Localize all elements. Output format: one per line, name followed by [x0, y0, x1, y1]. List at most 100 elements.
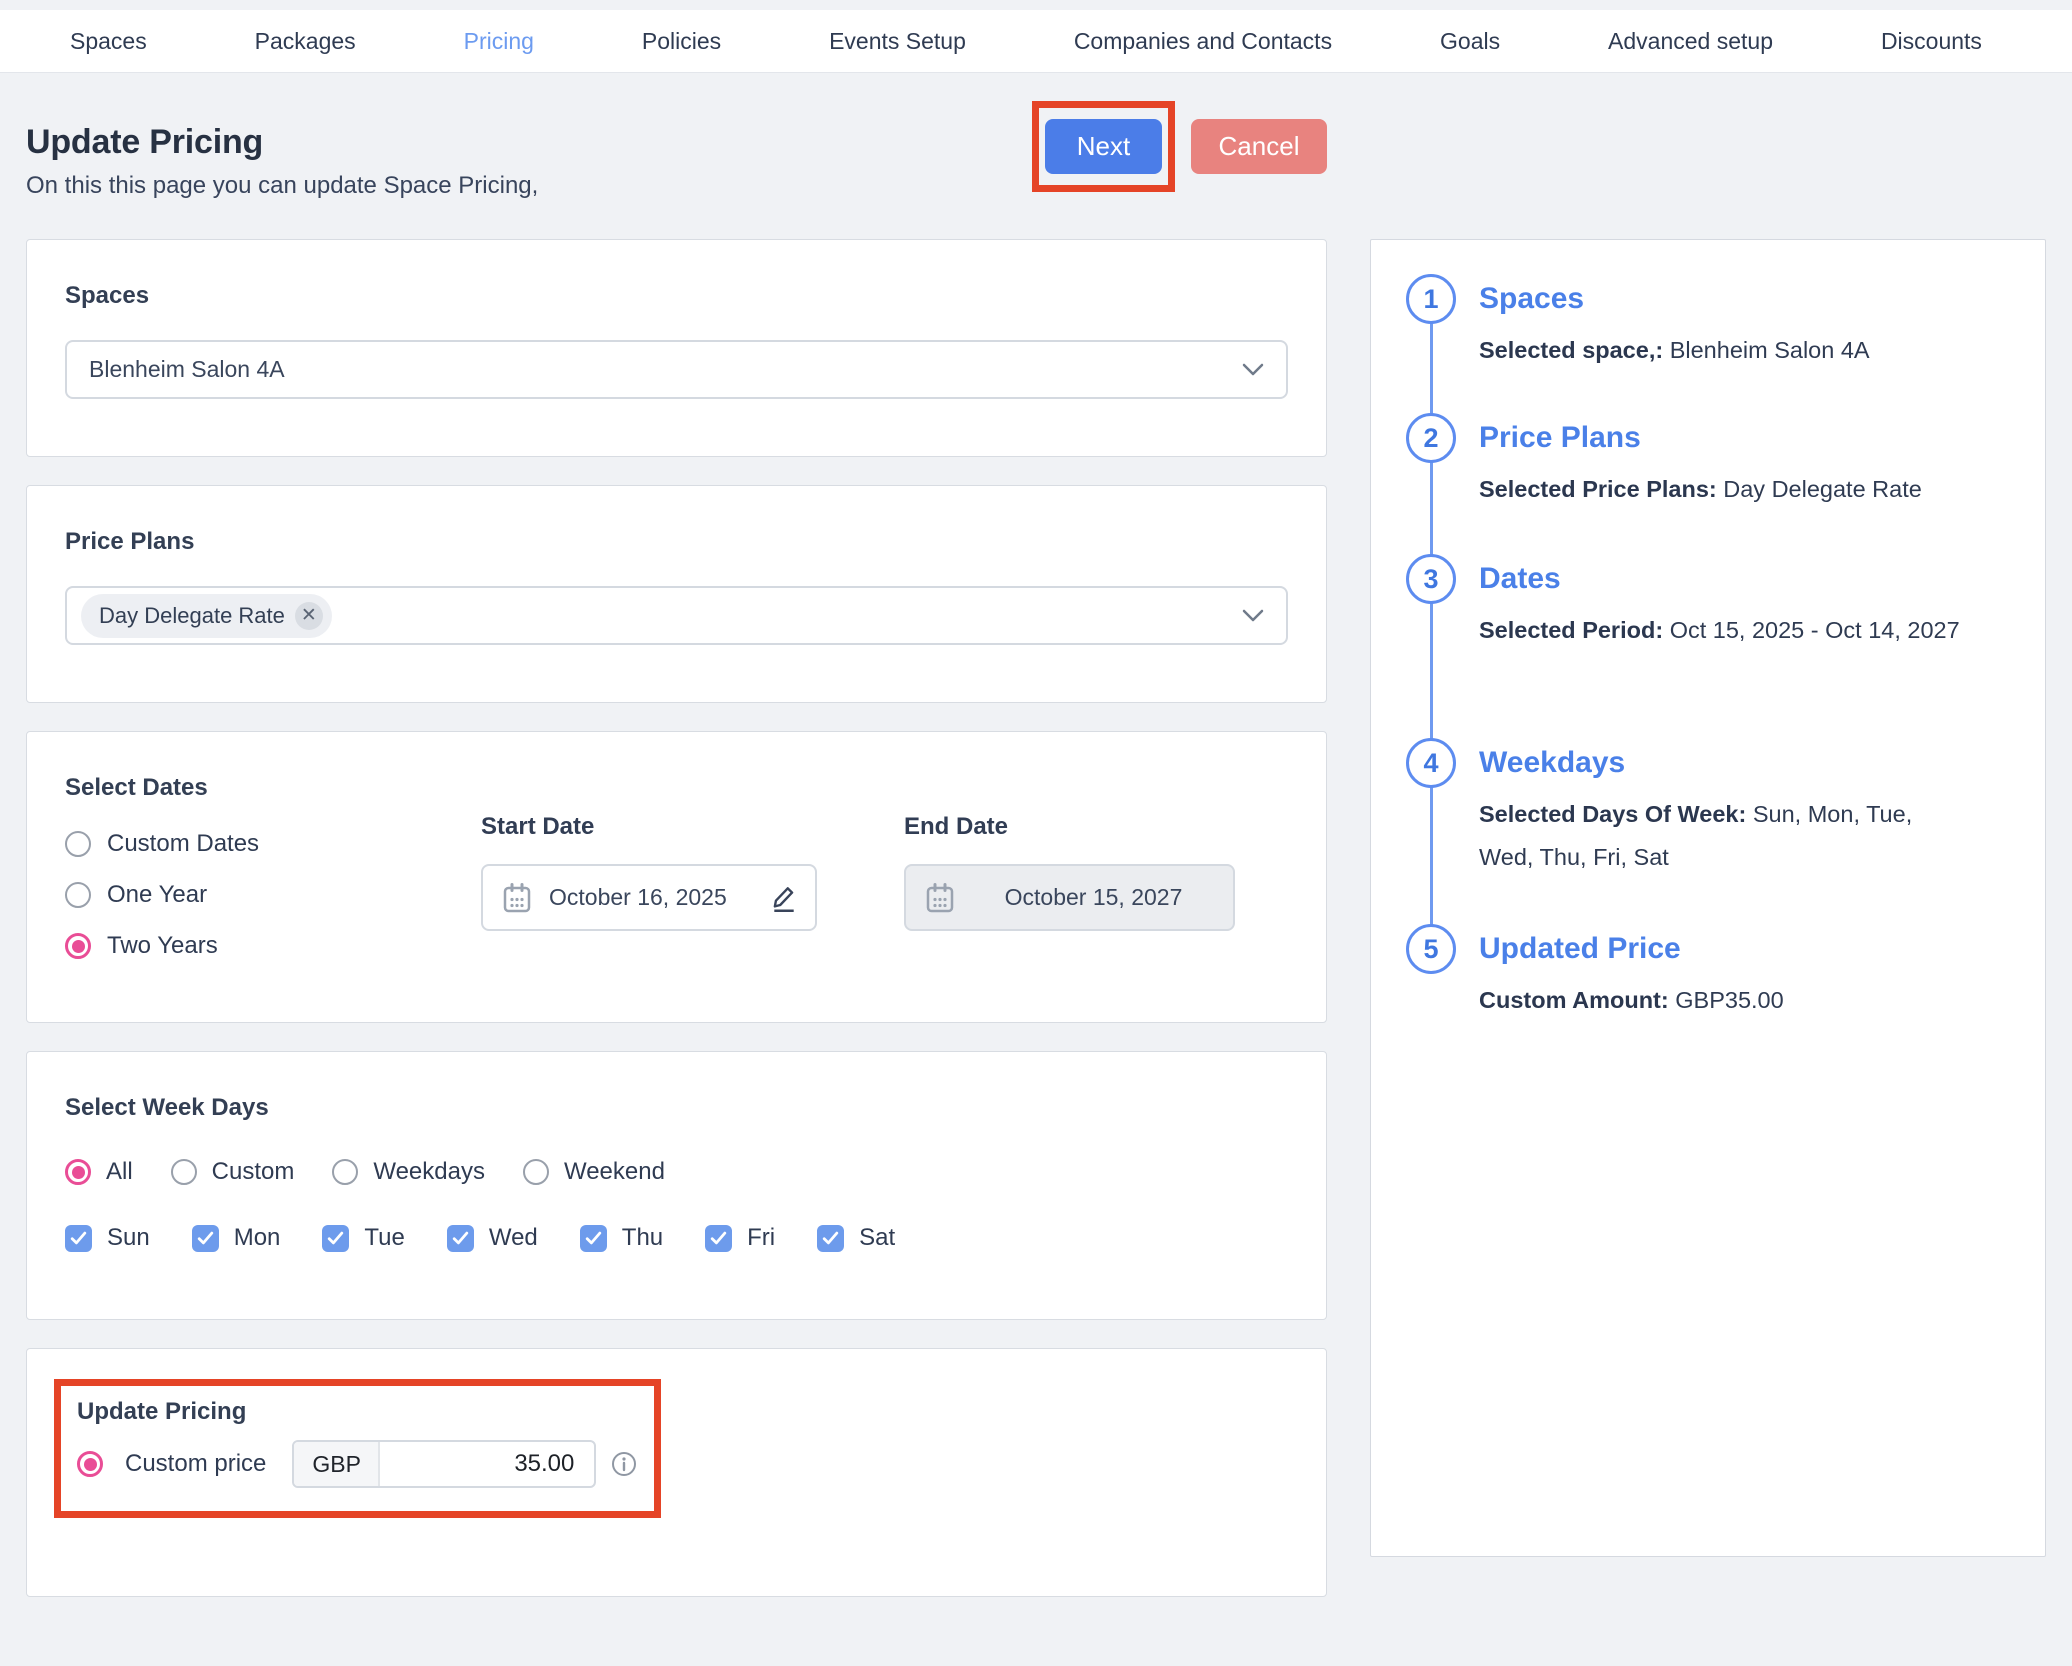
radio-two-years-label: Two Years: [107, 932, 218, 960]
checkbox-checked-icon[interactable]: [192, 1225, 219, 1252]
step-title-dates[interactable]: Dates: [1479, 554, 1971, 604]
checkbox-wed[interactable]: Wed: [447, 1224, 538, 1252]
step-number-badge: 2: [1406, 413, 1456, 463]
start-date-value: October 16, 2025: [549, 884, 727, 911]
price-plan-tag-label: Day Delegate Rate: [99, 603, 285, 629]
radio-custom-label: Custom: [212, 1158, 295, 1186]
checkbox-checked-icon[interactable]: [322, 1225, 349, 1252]
nav-tab-advanced-setup[interactable]: Advanced setup: [1608, 28, 1773, 55]
select-dates-card-title: Select Dates: [65, 772, 1288, 804]
checkbox-sat[interactable]: Sat: [817, 1224, 895, 1252]
summary-step-weekdays: 4 Weekdays Selected Days Of Week: Sun, M…: [1406, 738, 2001, 879]
checkbox-fri[interactable]: Fri: [705, 1224, 775, 1252]
summary-step-price-plans: 2 Price Plans Selected Price Plans: Day …: [1406, 413, 2001, 511]
radio-icon[interactable]: [171, 1159, 197, 1185]
radio-one-year-label: One Year: [107, 881, 207, 909]
radio-icon-selected[interactable]: [65, 1159, 91, 1185]
select-week-days-card-title: Select Week Days: [65, 1092, 1288, 1124]
step-title-weekdays[interactable]: Weekdays: [1479, 738, 1971, 788]
custom-price-label: Custom price: [125, 1450, 266, 1478]
checkbox-checked-icon[interactable]: [817, 1225, 844, 1252]
info-icon[interactable]: [611, 1451, 637, 1477]
nav-tab-pricing[interactable]: Pricing: [464, 28, 534, 55]
cancel-button[interactable]: Cancel: [1191, 119, 1327, 174]
radio-weekdays[interactable]: Weekdays: [332, 1158, 485, 1186]
radio-icon[interactable]: [523, 1159, 549, 1185]
radio-icon[interactable]: [332, 1159, 358, 1185]
price-plans-card-title: Price Plans: [65, 526, 1288, 558]
summary-step-spaces: 1 Spaces Selected space,: Blenheim Salon…: [1406, 274, 2001, 372]
checkbox-sat-label: Sat: [859, 1224, 895, 1252]
step-number-badge: 5: [1406, 924, 1456, 974]
step-title-spaces[interactable]: Spaces: [1479, 274, 1971, 324]
price-plans-select[interactable]: Day Delegate Rate ✕: [65, 586, 1288, 645]
update-pricing-title: Update Pricing: [77, 1396, 638, 1428]
nav-tab-discounts[interactable]: Discounts: [1881, 28, 1982, 55]
currency-prefix: GBP: [294, 1442, 380, 1486]
checkbox-checked-icon[interactable]: [580, 1225, 607, 1252]
radio-icon[interactable]: [65, 831, 91, 857]
step-number-badge: 3: [1406, 554, 1456, 604]
step-detail: Selected Days Of Week: Sun, Mon, Tue, We…: [1479, 793, 1971, 879]
start-date-input[interactable]: October 16, 2025: [481, 864, 817, 931]
update-pricing-card: Update Pricing Custom price GBP 35.00: [26, 1348, 1327, 1597]
step-title-updated-price[interactable]: Updated Price: [1479, 924, 1971, 974]
checkbox-tue[interactable]: Tue: [322, 1224, 404, 1252]
radio-all-label: All: [106, 1158, 133, 1186]
step-detail: Selected Period: Oct 15, 2025 - Oct 14, …: [1479, 609, 1971, 652]
select-week-days-card: Select Week Days All Custom Weekdays: [26, 1051, 1327, 1320]
price-amount-value[interactable]: 35.00: [380, 1442, 594, 1486]
checkbox-checked-icon[interactable]: [65, 1225, 92, 1252]
radio-two-years[interactable]: Two Years: [65, 932, 385, 960]
update-pricing-highlight-box: Update Pricing Custom price GBP 35.00: [54, 1379, 661, 1518]
step-detail: Selected Price Plans: Day Delegate Rate: [1479, 468, 1971, 511]
step-title-price-plans[interactable]: Price Plans: [1479, 413, 1971, 463]
checkbox-tue-label: Tue: [364, 1224, 404, 1252]
checkbox-checked-icon[interactable]: [447, 1225, 474, 1252]
start-date-label: Start Date: [481, 812, 817, 842]
next-button[interactable]: Next: [1045, 119, 1162, 174]
nav-tab-goals[interactable]: Goals: [1440, 28, 1500, 55]
summary-step-updated-price: 5 Updated Price Custom Amount: GBP35.00: [1406, 924, 2001, 1022]
custom-price-input[interactable]: GBP 35.00: [292, 1440, 596, 1488]
checkbox-thu-label: Thu: [622, 1224, 663, 1252]
chevron-down-icon: [1242, 609, 1264, 622]
nav-tab-companies-and-contacts[interactable]: Companies and Contacts: [1074, 28, 1332, 55]
radio-custom[interactable]: Custom: [171, 1158, 295, 1186]
radio-icon[interactable]: [65, 882, 91, 908]
radio-weekend-label: Weekend: [564, 1158, 665, 1186]
radio-custom-price[interactable]: [77, 1451, 103, 1477]
remove-tag-icon[interactable]: ✕: [295, 602, 323, 630]
chevron-down-icon: [1242, 363, 1264, 376]
nav-tab-events-setup[interactable]: Events Setup: [829, 28, 966, 55]
end-date-input: October 15, 2027: [904, 864, 1235, 931]
nav-tab-spaces[interactable]: Spaces: [70, 28, 147, 55]
radio-all[interactable]: All: [65, 1158, 133, 1186]
edit-pencil-icon[interactable]: [771, 884, 797, 912]
radio-custom-dates[interactable]: Custom Dates: [65, 830, 385, 858]
top-nav: Spaces Packages Pricing Policies Events …: [0, 10, 2072, 73]
step-number-badge: 4: [1406, 738, 1456, 788]
checkbox-mon-label: Mon: [234, 1224, 281, 1252]
radio-weekend[interactable]: Weekend: [523, 1158, 665, 1186]
nav-tab-policies[interactable]: Policies: [642, 28, 721, 55]
checkbox-sun[interactable]: Sun: [65, 1224, 150, 1252]
price-plans-card: Price Plans Day Delegate Rate ✕: [26, 485, 1327, 703]
checkbox-sun-label: Sun: [107, 1224, 150, 1252]
summary-panel: 1 Spaces Selected space,: Blenheim Salon…: [1370, 239, 2046, 1557]
spaces-select[interactable]: Blenheim Salon 4A: [65, 340, 1288, 399]
radio-one-year[interactable]: One Year: [65, 881, 385, 909]
select-dates-card: Select Dates Custom Dates One Year: [26, 731, 1327, 1023]
price-plan-tag: Day Delegate Rate ✕: [81, 594, 332, 638]
step-detail: Custom Amount: GBP35.00: [1479, 979, 1971, 1022]
summary-step-dates: 3 Dates Selected Period: Oct 15, 2025 - …: [1406, 554, 2001, 652]
checkbox-thu[interactable]: Thu: [580, 1224, 663, 1252]
end-date-value: October 15, 2027: [1005, 884, 1183, 911]
radio-icon-selected[interactable]: [65, 933, 91, 959]
calendar-icon: [926, 883, 954, 913]
spaces-card-title: Spaces: [65, 280, 1288, 312]
checkbox-checked-icon[interactable]: [705, 1225, 732, 1252]
nav-tab-packages[interactable]: Packages: [255, 28, 356, 55]
checkbox-mon[interactable]: Mon: [192, 1224, 281, 1252]
spaces-select-value: Blenheim Salon 4A: [89, 356, 285, 383]
